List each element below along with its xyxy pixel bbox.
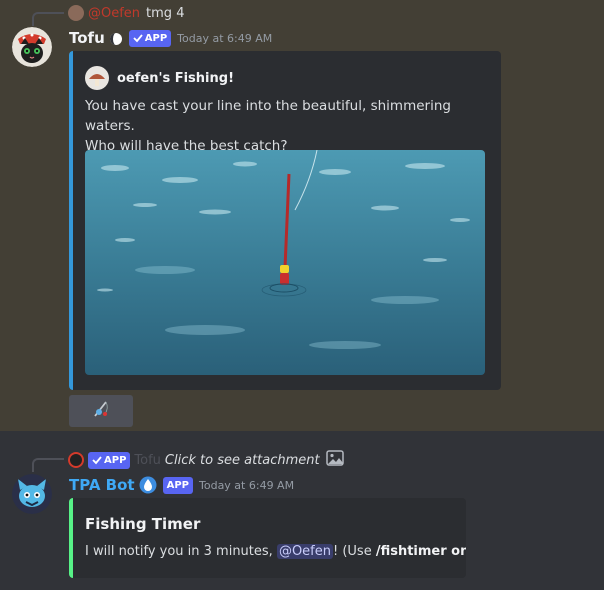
fishing-embed: oefen's Fishing! You have cast your line… bbox=[69, 51, 501, 390]
embed-accent-bar bbox=[69, 498, 73, 578]
embed-accent-bar bbox=[69, 51, 73, 390]
command-text: /fishtimer on|off bbox=[375, 544, 466, 559]
avatar[interactable] bbox=[12, 474, 52, 514]
author-name[interactable]: TPA Bot bbox=[69, 476, 135, 494]
reply-avatar bbox=[68, 452, 84, 468]
author-name[interactable]: Tofu bbox=[69, 29, 105, 47]
embed-description: I will notify you in 3 minutes, @Oefen! … bbox=[85, 542, 466, 562]
description-text: I will notify you in 3 minutes, bbox=[85, 544, 277, 559]
message-header: TPA Bot APP Today at 6:49 AM bbox=[69, 474, 294, 496]
message-tofu: @Oefen tmg 4 Tofu APP Today at 6:49 AM o… bbox=[0, 0, 604, 431]
reply-preview[interactable]: APP Tofu Click to see attachment bbox=[68, 450, 344, 470]
reply-preview[interactable]: @Oefen tmg 4 bbox=[68, 4, 184, 22]
checkmark-icon bbox=[133, 34, 143, 43]
description-text: ! (Use bbox=[332, 544, 376, 559]
app-badge: APP bbox=[88, 451, 131, 469]
reply-username[interactable]: @Oefen bbox=[88, 6, 140, 21]
reply-text[interactable]: Click to see attachment bbox=[165, 453, 320, 468]
embed-description-line: You have cast your line into the beautif… bbox=[85, 98, 451, 134]
embed-author-name: oefen's Fishing! bbox=[117, 70, 234, 86]
reply-username[interactable]: Tofu bbox=[134, 453, 161, 468]
timestamp[interactable]: Today at 6:49 AM bbox=[199, 479, 294, 492]
mushroom-icon bbox=[85, 66, 109, 90]
fishing-rod-icon bbox=[91, 399, 111, 423]
app-badge: APP bbox=[128, 29, 172, 47]
reply-connector bbox=[32, 12, 64, 26]
avatar[interactable] bbox=[12, 27, 52, 67]
moon-icon bbox=[109, 31, 123, 45]
app-badge-label: APP bbox=[144, 32, 168, 44]
message-tpa-bot: APP Tofu Click to see attachment TPA Bot… bbox=[0, 431, 604, 590]
reply-avatar bbox=[68, 5, 84, 21]
message-header: Tofu APP Today at 6:49 AM bbox=[69, 27, 272, 49]
embed-image[interactable] bbox=[85, 150, 485, 375]
app-badge: APP bbox=[162, 476, 193, 494]
reply-connector bbox=[32, 458, 64, 472]
embed-author: oefen's Fishing! bbox=[85, 66, 234, 90]
checkmark-icon bbox=[92, 456, 102, 465]
embed-description: You have cast your line into the beautif… bbox=[85, 96, 485, 156]
app-badge-label: APP bbox=[166, 479, 189, 491]
image-icon bbox=[325, 450, 344, 470]
fishing-rod-button[interactable] bbox=[69, 395, 133, 427]
app-badge-label: APP bbox=[104, 454, 127, 466]
timestamp[interactable]: Today at 6:49 AM bbox=[177, 32, 272, 45]
water-drop-icon bbox=[139, 476, 157, 494]
user-mention[interactable]: @Oefen bbox=[276, 544, 333, 559]
reply-text: tmg 4 bbox=[146, 5, 185, 21]
fishing-timer-embed: Fishing Timer I will notify you in 3 min… bbox=[69, 498, 466, 578]
embed-title: Fishing Timer bbox=[85, 515, 201, 533]
